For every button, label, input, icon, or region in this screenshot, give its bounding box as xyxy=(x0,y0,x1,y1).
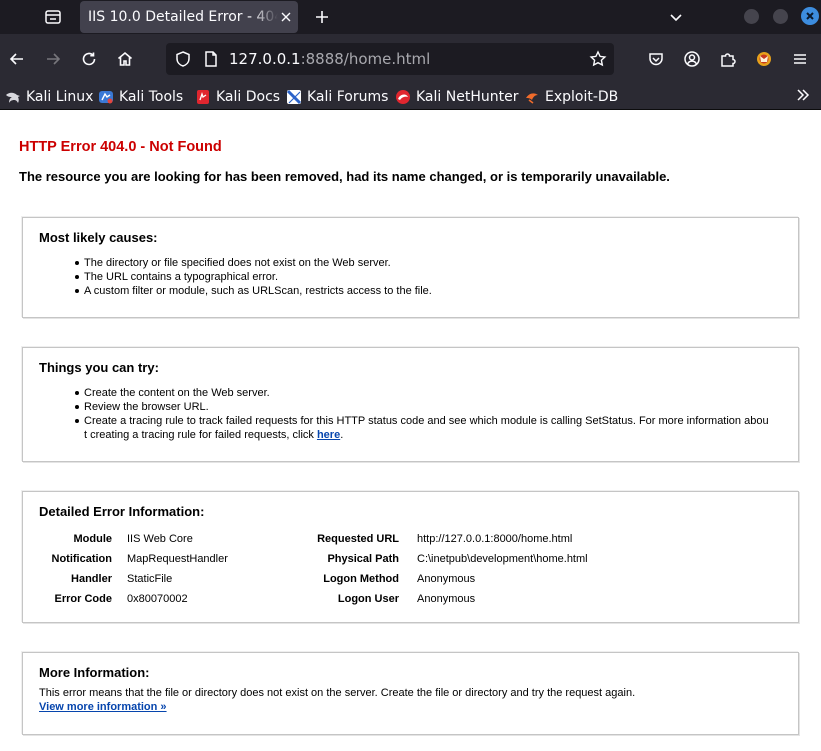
detail-label: Module xyxy=(73,533,113,545)
detail-value: http://127.0.0.1:8000/home.html xyxy=(417,533,573,545)
exploit-db-icon xyxy=(526,93,538,104)
home-icon[interactable] xyxy=(116,50,134,68)
bookmark-label: Kali NetHunter xyxy=(416,89,519,105)
address-bar[interactable]: 127.0.0.1:8888/home.html xyxy=(166,43,614,75)
causes-box: Most likely causes: The directory or fil… xyxy=(22,217,799,318)
detail-label: Logon User xyxy=(337,593,399,605)
bookmark-label: Exploit-DB xyxy=(545,89,619,105)
window-close-button[interactable] xyxy=(801,7,819,25)
page-content: HTTP Error 404.0 - Not Found The resourc… xyxy=(0,111,821,751)
forward-arrow-icon[interactable] xyxy=(44,50,62,68)
new-tab-icon[interactable] xyxy=(313,8,331,26)
causes-title: Most likely causes: xyxy=(39,230,158,245)
detail-label: Logon Method xyxy=(323,573,399,585)
url-path: :8888/home.html xyxy=(300,50,431,68)
bookmark-star-icon[interactable] xyxy=(589,50,607,68)
try-title: Things you can try: xyxy=(39,360,159,375)
kali-docs-icon xyxy=(197,90,209,104)
detail-label: Error Code xyxy=(54,593,112,605)
detail-value: Anonymous xyxy=(417,573,476,585)
list-item: Review the browser URL. xyxy=(75,400,784,414)
list-item-text: . xyxy=(340,429,344,441)
detail-value: IIS Web Core xyxy=(127,533,193,545)
error-heading: HTTP Error 404.0 - Not Found xyxy=(19,139,222,155)
tab-title: IIS 10.0 Detailed Error - 404.0 - Not Fo… xyxy=(88,9,278,25)
foxyproxy-icon[interactable] xyxy=(755,50,773,68)
bookmark-kali-tools[interactable]: Kali Tools xyxy=(98,87,183,107)
list-item: Create a tracing rule to track failed re… xyxy=(75,414,784,442)
detail-value: Anonymous xyxy=(417,593,476,605)
detail-value: StaticFile xyxy=(127,573,173,585)
bookmarks-toolbar: Kali Linux Kali Tools Kali Docs Kali For… xyxy=(0,83,821,110)
maximize-button[interactable] xyxy=(773,9,788,24)
list-item: Create the content on the Web server. xyxy=(75,386,784,400)
bookmark-label: Kali Tools xyxy=(119,89,184,105)
view-more-link[interactable]: View more information » xyxy=(39,700,167,714)
shield-icon[interactable] xyxy=(174,50,192,68)
back-arrow-icon[interactable] xyxy=(8,50,26,68)
kali-tools-icon xyxy=(99,91,113,104)
title-bar: IIS 10.0 Detailed Error - 404.0 - Not Fo… xyxy=(0,0,821,34)
detail-value: 0x80070002 xyxy=(127,593,188,605)
detail-title: Detailed Error Information: xyxy=(39,504,205,519)
bookmark-kali-nethunter[interactable]: Kali NetHunter xyxy=(395,87,518,107)
detail-label: Notification xyxy=(51,553,113,565)
menu-icon[interactable] xyxy=(791,50,809,68)
list-item: The directory or file specified does not… xyxy=(75,256,784,270)
reload-icon[interactable] xyxy=(80,50,98,68)
bookmark-label: Kali Docs xyxy=(216,89,281,105)
detail-label: Handler xyxy=(71,573,112,585)
active-tab[interactable]: IIS 10.0 Detailed Error - 404.0 - Not Fo… xyxy=(80,1,298,33)
bookmark-kali-forums[interactable]: Kali Forums xyxy=(286,87,388,107)
list-item: The URL contains a typographical error. xyxy=(75,270,784,284)
kali-nethunter-icon xyxy=(396,90,410,104)
minimize-button[interactable] xyxy=(744,9,759,24)
bookmark-label: Kali Linux xyxy=(26,89,94,105)
try-list: Create the content on the Web server. Re… xyxy=(75,386,784,442)
more-info-box: More Information: This error means that … xyxy=(22,652,799,735)
kali-dragon-icon xyxy=(6,92,20,103)
bookmark-exploit-db[interactable]: Exploit-DB xyxy=(524,87,618,107)
causes-list: The directory or file specified does not… xyxy=(75,256,784,298)
bookmark-kali-docs[interactable]: Kali Docs xyxy=(195,87,280,107)
list-item-text: Create a tracing rule to track failed re… xyxy=(84,415,769,427)
bookmark-label: Kali Forums xyxy=(307,89,389,105)
detail-label: Requested URL xyxy=(317,533,399,545)
error-description: The resource you are looking for has bee… xyxy=(19,169,670,184)
detail-value: MapRequestHandler xyxy=(127,553,228,565)
here-link[interactable]: here xyxy=(317,429,340,441)
detail-box: Detailed Error Information: Module IIS W… xyxy=(22,491,799,623)
detail-value: C:\inetpub\development\home.html xyxy=(417,553,588,565)
firefox-view-icon[interactable] xyxy=(44,8,62,26)
more-info-title: More Information: xyxy=(39,665,150,680)
bookmarks-overflow-icon[interactable] xyxy=(795,87,811,103)
page-info-icon[interactable] xyxy=(202,50,220,68)
close-icon[interactable] xyxy=(278,9,294,25)
pocket-icon[interactable] xyxy=(647,50,665,68)
chevron-down-icon[interactable] xyxy=(668,9,684,25)
kali-forums-icon xyxy=(286,89,302,105)
navigation-toolbar: 127.0.0.1:8888/home.html xyxy=(0,34,821,83)
list-item-text: t creating a tracing rule for failed req… xyxy=(84,429,317,441)
account-icon[interactable] xyxy=(683,50,701,68)
url-text[interactable]: 127.0.0.1:8888/home.html xyxy=(229,50,430,68)
bookmark-kali-linux[interactable]: Kali Linux xyxy=(5,87,93,107)
list-item: A custom filter or module, such as URLSc… xyxy=(75,284,784,298)
extensions-icon[interactable] xyxy=(719,50,737,68)
more-info-text: This error means that the file or direct… xyxy=(39,687,636,699)
url-host: 127.0.0.1 xyxy=(229,50,301,68)
try-box: Things you can try: Create the content o… xyxy=(22,347,799,462)
detail-label: Physical Path xyxy=(327,553,399,565)
